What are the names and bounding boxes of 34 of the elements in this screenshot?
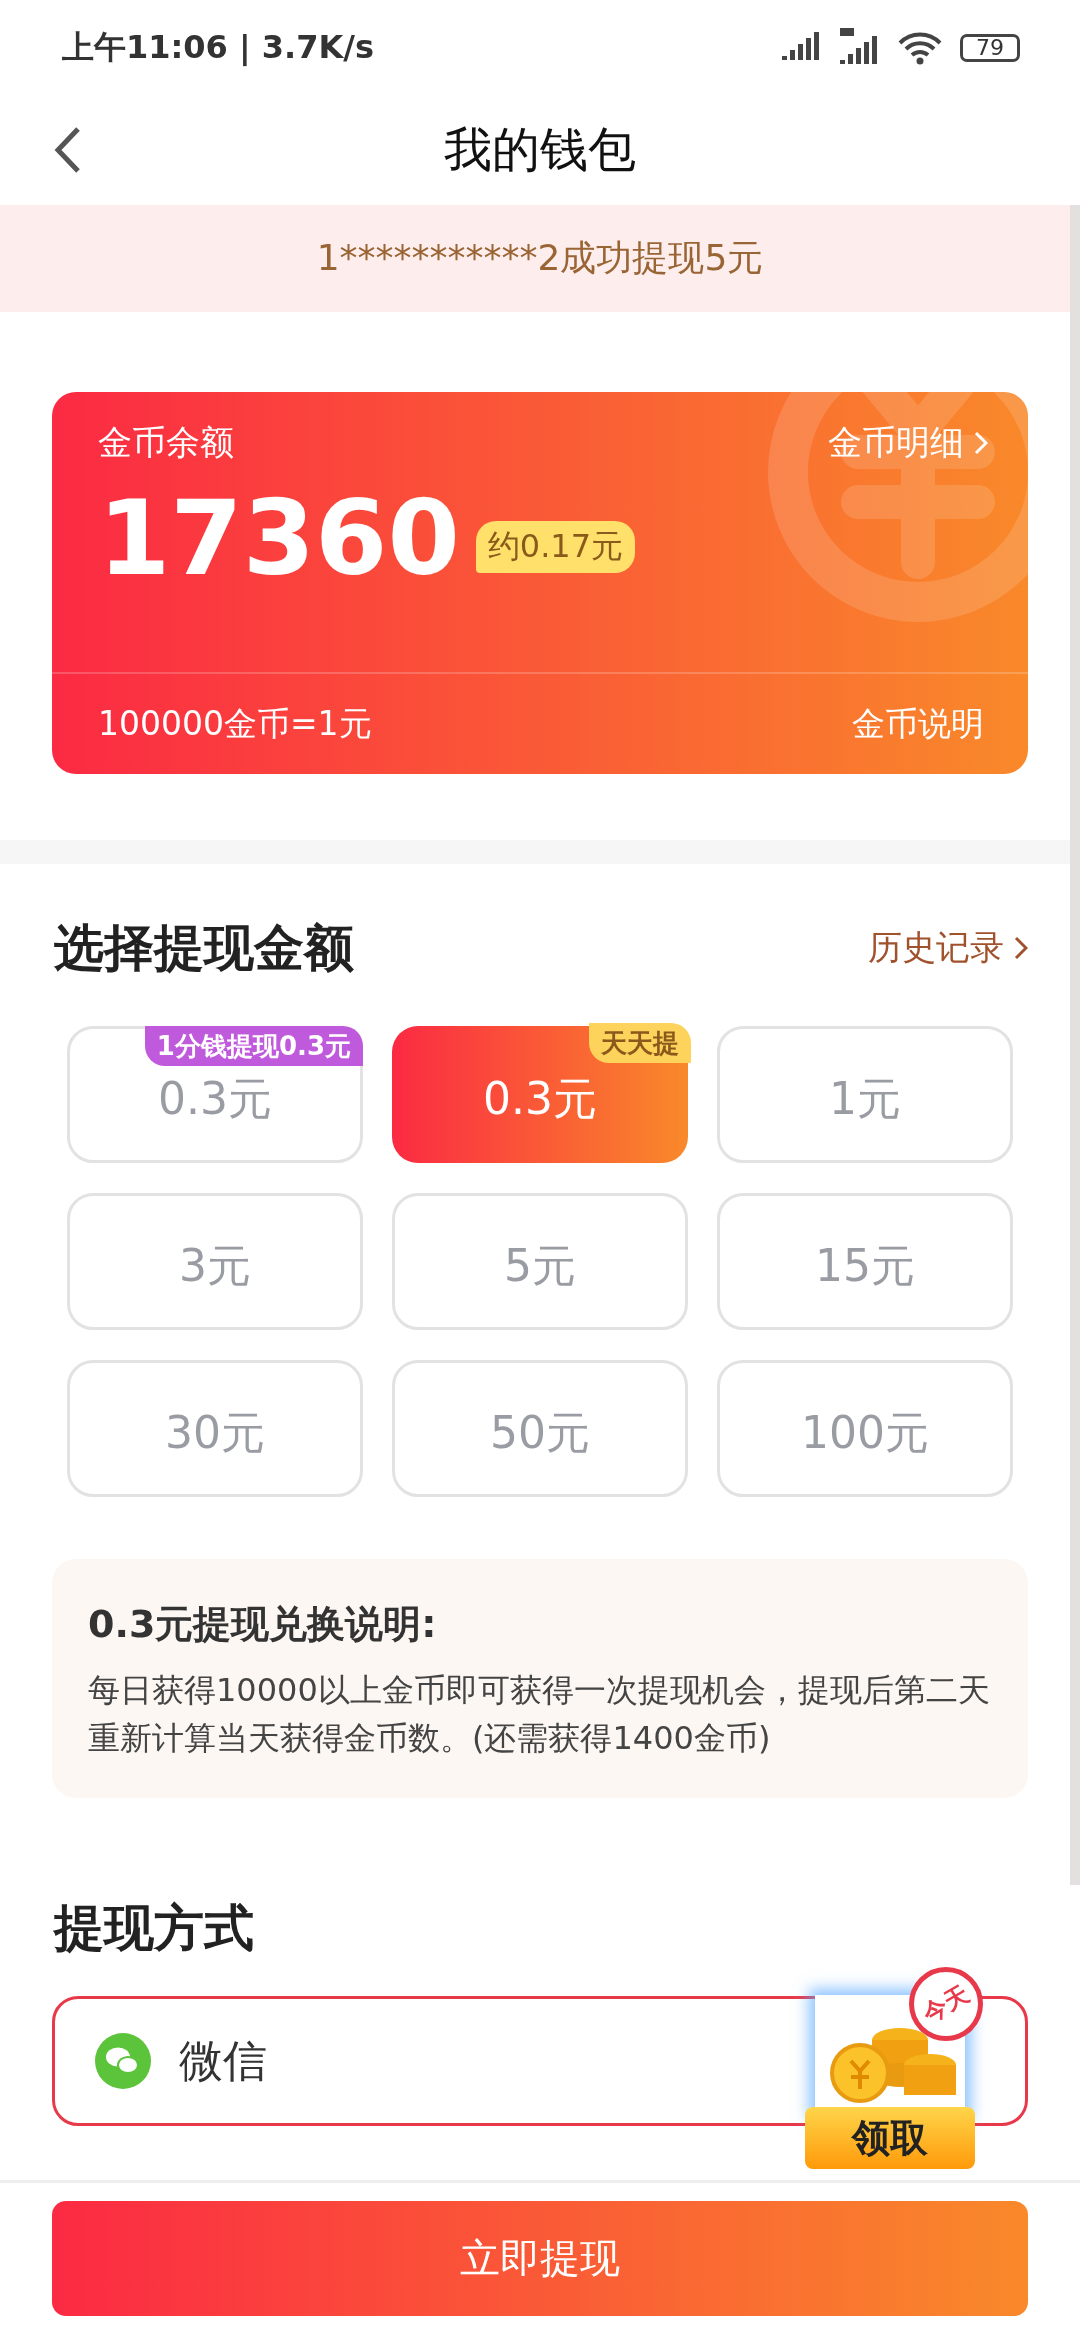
back-icon[interactable]: [52, 125, 82, 175]
page-title: 我的钱包: [444, 120, 636, 179]
exchange-rate: 100000金币=1元: [98, 702, 372, 745]
coin-explain-link[interactable]: 金币说明: [852, 701, 984, 747]
history-link[interactable]: 历史记录: [868, 925, 1028, 971]
amount-option[interactable]: 3元: [67, 1193, 363, 1330]
claim-button[interactable]: 领取: [805, 2107, 975, 2169]
withdraw-button[interactable]: 立即提现: [52, 2201, 1028, 2316]
amount-option[interactable]: 50元: [392, 1360, 688, 1497]
amount-option[interactable]: 100元: [717, 1360, 1013, 1497]
balance-label: 金币余额: [98, 421, 234, 464]
option-tag: 天天提: [589, 1023, 691, 1063]
chat-icon: [95, 2033, 151, 2089]
today-badge: 今天: [909, 1967, 983, 2041]
chevron-icon: [1014, 936, 1028, 960]
coin-balance: 17360: [98, 486, 460, 590]
amount-option[interactable]: 30元: [67, 1360, 363, 1497]
coin-detail-link[interactable]: 金币明细: [828, 420, 988, 466]
amount-option[interactable]: 1元: [717, 1026, 1013, 1163]
info-title: 0.3元提现兑换说明:: [88, 1601, 438, 1648]
status-time: 上午11:06 | 3.7K/s: [62, 26, 375, 68]
approx-value: 约0.17元: [475, 521, 636, 573]
option-tag: 1分钱提现0.3元: [144, 1026, 363, 1066]
amount-option[interactable]: 15元: [717, 1193, 1013, 1330]
amount-option[interactable]: 1分钱提现0.3元 0.3元: [67, 1026, 363, 1163]
chevron-icon: [974, 431, 988, 455]
section-heading: 提现方式: [54, 1897, 254, 1959]
battery-icon: 79: [960, 33, 1020, 62]
amount-option[interactable]: 5元: [392, 1193, 688, 1330]
section-heading: 选择提现金额: [54, 917, 354, 979]
info-text: 每日获得10000以上金币即可获得一次提现机会，提现后第二天重新计算当天获得金币数。(还需获得1400金币): [88, 1670, 991, 1759]
wifi-icon: [898, 30, 942, 65]
amount-option[interactable]: 天天提 0.3元: [392, 1026, 688, 1163]
notice-text: 1***********2成功提现5元: [316, 236, 764, 280]
